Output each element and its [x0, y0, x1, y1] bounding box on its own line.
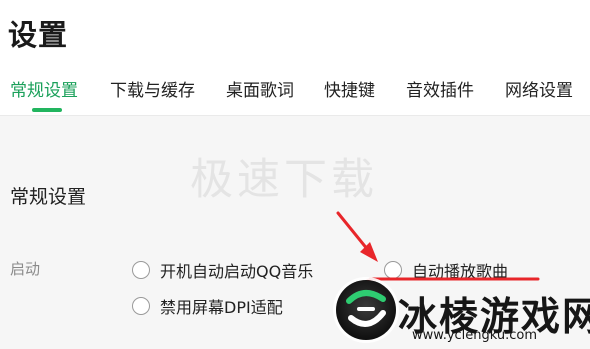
tab-desktop-lyrics[interactable]: 桌面歌词 [226, 76, 294, 101]
section-title: 常规设置 [10, 186, 87, 208]
overlay-logo-badge [336, 280, 396, 340]
option-label: 禁用屏幕DPI适配 [160, 298, 283, 317]
overlay-logo-url: www.yclengku.com [412, 328, 538, 343]
settings-header: 设置 常规设置 下载与缓存 桌面歌词 快捷键 音效插件 网络设置 [0, 0, 590, 116]
settings-tabs: 常规设置 下载与缓存 桌面歌词 快捷键 音效插件 网络设置 [0, 70, 590, 116]
radio-icon[interactable] [132, 261, 150, 279]
radio-icon[interactable] [132, 297, 150, 315]
active-tab-indicator [32, 108, 62, 112]
tab-download-cache[interactable]: 下载与缓存 [110, 76, 195, 101]
tab-sound-plugins[interactable]: 音效插件 [406, 76, 474, 101]
option-label: 自动播放歌曲 [412, 262, 509, 281]
tab-general-settings[interactable]: 常规设置 [10, 76, 78, 101]
page-title: 设置 [8, 18, 69, 52]
watermark-text: 极速下载 [190, 155, 378, 205]
radio-icon[interactable] [384, 261, 402, 279]
option-autoplay-songs[interactable]: 自动播放歌曲 [384, 258, 508, 282]
option-autostart-qq-music[interactable]: 开机自动启动QQ音乐 [132, 258, 313, 282]
startup-row-label: 启动 [10, 260, 41, 278]
tab-network-settings[interactable]: 网络设置 [505, 76, 573, 101]
option-label: 开机自动启动QQ音乐 [160, 262, 314, 281]
option-disable-dpi-scaling[interactable]: 禁用屏幕DPI适配 [132, 294, 283, 318]
tab-shortcuts[interactable]: 快捷键 [324, 76, 375, 101]
red-arrow-icon [336, 211, 378, 262]
